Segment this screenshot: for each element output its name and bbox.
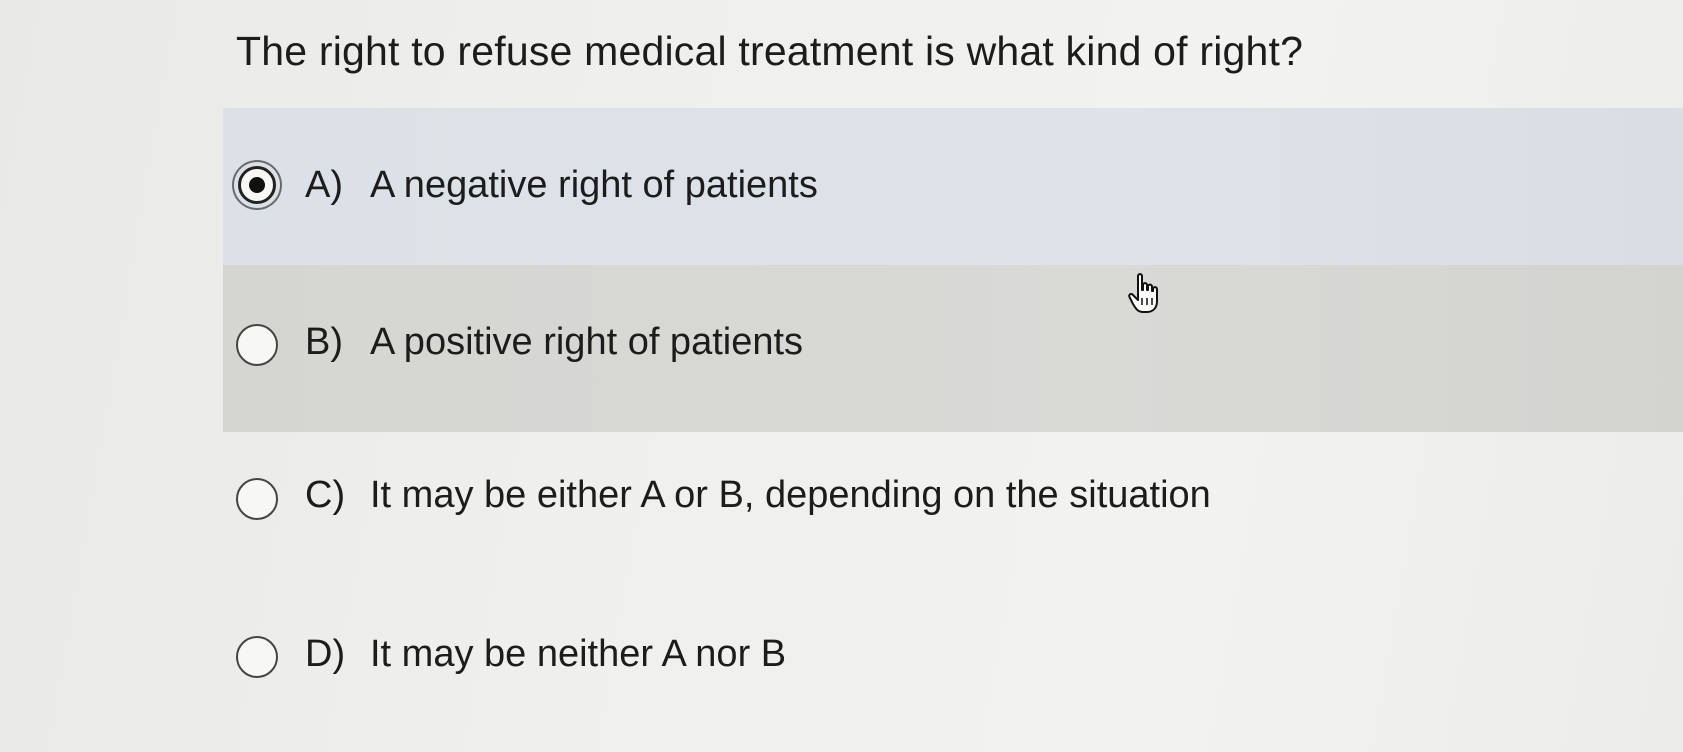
radio-unselected-icon[interactable] [236, 636, 278, 678]
option-c-text: It may be either A or B, depending on th… [370, 474, 1211, 516]
option-d-letter: D) [305, 633, 346, 675]
hand-pointer-icon [1128, 273, 1158, 313]
option-d[interactable]: D) It may be neither A nor B [223, 600, 1683, 720]
option-a-text: A negative right of patients [370, 164, 818, 206]
radio-unselected-icon[interactable] [236, 478, 278, 520]
question-text: The right to refuse medical treatment is… [236, 28, 1304, 74]
option-b-text: A positive right of patients [370, 321, 804, 363]
option-c-letter: C) [305, 474, 346, 516]
option-b-letter: B) [305, 321, 343, 363]
option-b[interactable]: B) A positive right of patients [223, 265, 1683, 432]
option-c[interactable]: C) It may be either A or B, depending on… [223, 432, 1683, 562]
option-a[interactable]: A) A negative right of patients [223, 108, 1683, 265]
option-d-text: It may be neither A nor B [370, 633, 787, 675]
radio-selected-icon[interactable] [238, 166, 276, 204]
radio-unselected-icon[interactable] [236, 324, 278, 366]
radio-dot-icon [249, 177, 265, 193]
quiz-question-panel: The right to refuse medical treatment is… [0, 0, 1683, 752]
option-a-letter: A) [305, 164, 343, 206]
